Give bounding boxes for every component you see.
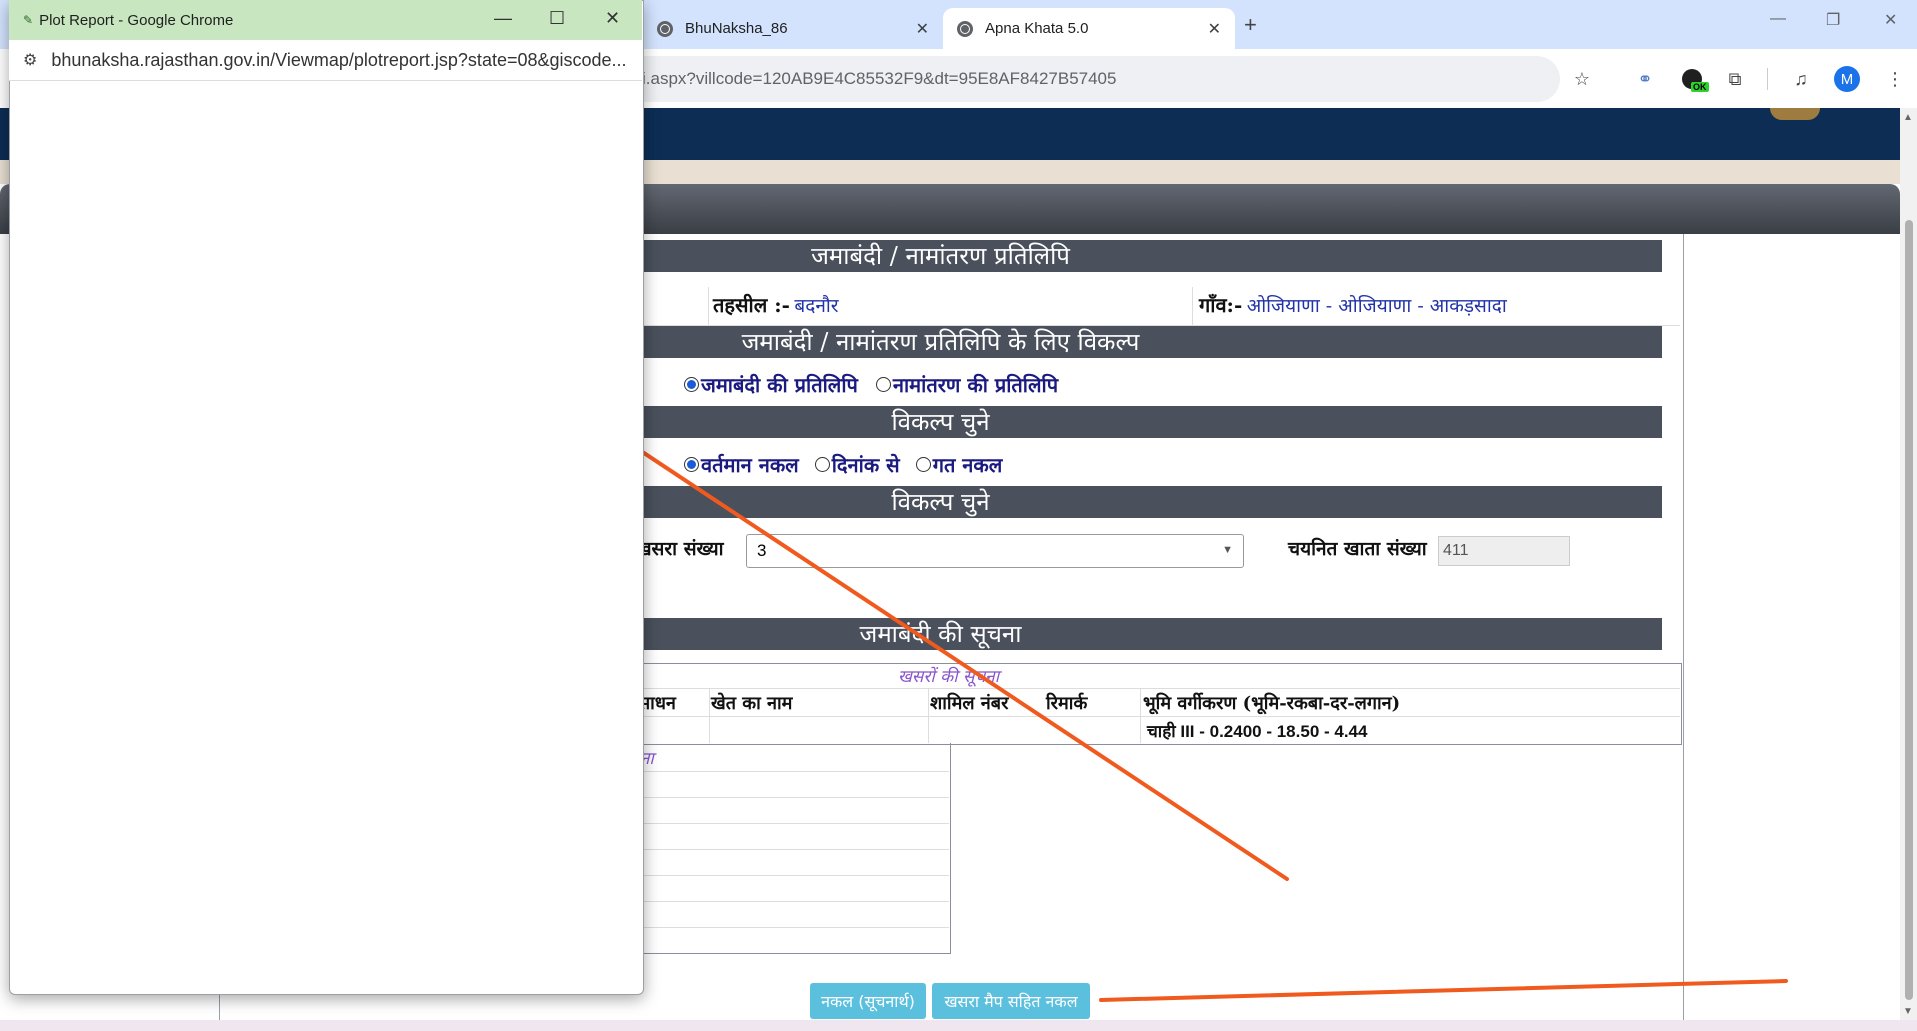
popup-minimize-icon[interactable]: — bbox=[494, 8, 512, 29]
popup-maximize-icon[interactable]: ☐ bbox=[549, 8, 565, 29]
plot-report-window bbox=[9, 0, 644, 995]
popup-url-text: bhunaksha.rajasthan.gov.in/Viewmap/plotr… bbox=[51, 49, 627, 70]
popup-title-bar: ✎ Plot Report - Google Chrome bbox=[9, 0, 642, 40]
site-settings-icon[interactable]: ⚙ bbox=[23, 50, 37, 70]
popup-url-bar[interactable]: ⚙ bhunaksha.rajasthan.gov.in/Viewmap/plo… bbox=[9, 40, 642, 81]
popup-close-icon[interactable]: ✕ bbox=[605, 8, 620, 29]
popup-title: Plot Report - Google Chrome bbox=[39, 11, 234, 29]
pen-icon: ✎ bbox=[23, 13, 34, 27]
annotation-underline-stroke bbox=[1099, 979, 1788, 1002]
